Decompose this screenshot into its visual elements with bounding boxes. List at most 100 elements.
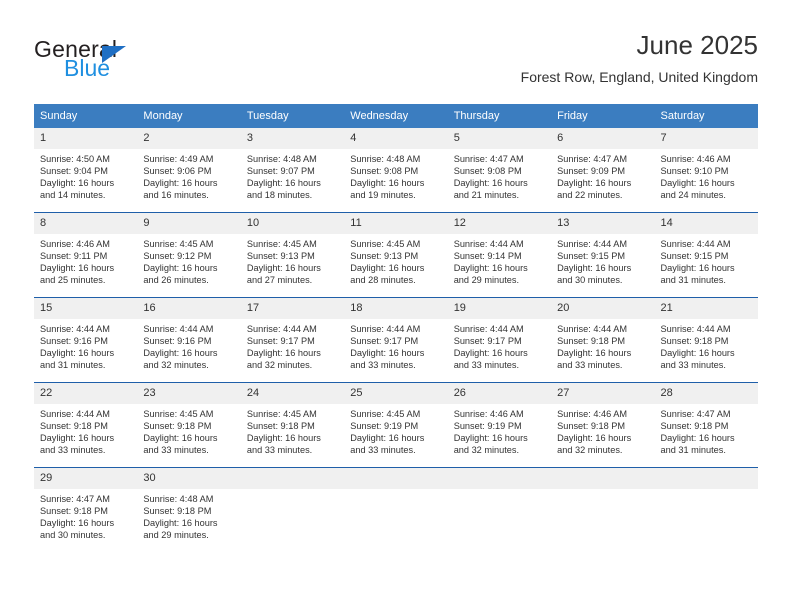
day-number: 6 bbox=[551, 128, 655, 149]
daylight-text-line2: and 16 minutes. bbox=[143, 190, 209, 201]
column-header-wednesday: Wednesday bbox=[344, 104, 448, 128]
sunrise-text: Sunrise: 4:47 AM bbox=[453, 154, 524, 164]
day-cell[interactable]: 25 Sunrise: 4:45 AM Sunset: 9:19 PM Dayl… bbox=[344, 382, 448, 468]
daylight-text-line1: Daylight: 16 hours bbox=[40, 518, 115, 529]
day-cell[interactable]: 28 Sunrise: 4:47 AM Sunset: 9:18 PM Dayl… bbox=[654, 382, 758, 468]
day-number: 29 bbox=[34, 468, 138, 489]
sunset-text: Sunset: 9:18 PM bbox=[143, 506, 212, 517]
day-cell[interactable]: 21 Sunrise: 4:44 AM Sunset: 9:18 PM Dayl… bbox=[654, 297, 758, 383]
sunset-text: Sunset: 9:09 PM bbox=[557, 166, 626, 177]
sunrise-text: Sunrise: 4:44 AM bbox=[350, 324, 421, 334]
day-number: 2 bbox=[137, 128, 241, 149]
day-number: 9 bbox=[137, 213, 241, 234]
day-cell-empty bbox=[551, 467, 655, 552]
day-cell[interactable]: 27 Sunrise: 4:46 AM Sunset: 9:18 PM Dayl… bbox=[551, 382, 655, 468]
day-details: Sunrise: 4:47 AM Sunset: 9:18 PM Dayligh… bbox=[655, 404, 758, 456]
sunrise-text: Sunrise: 4:45 AM bbox=[143, 239, 214, 249]
daylight-text-line1: Daylight: 16 hours bbox=[143, 518, 218, 529]
day-cell-empty bbox=[654, 467, 758, 552]
day-cell[interactable]: 20 Sunrise: 4:44 AM Sunset: 9:18 PM Dayl… bbox=[551, 297, 655, 383]
sunset-text: Sunset: 9:07 PM bbox=[246, 166, 315, 177]
day-cell[interactable]: 8 Sunrise: 4:46 AM Sunset: 9:11 PM Dayli… bbox=[34, 212, 138, 298]
daylight-text-line2: and 32 minutes. bbox=[246, 360, 313, 371]
day-details: Sunrise: 4:46 AM Sunset: 9:10 PM Dayligh… bbox=[655, 149, 758, 201]
day-number: 10 bbox=[240, 213, 345, 234]
day-cell[interactable]: 9 Sunrise: 4:45 AM Sunset: 9:12 PM Dayli… bbox=[137, 212, 241, 298]
day-details: Sunrise: 4:48 AM Sunset: 9:08 PM Dayligh… bbox=[344, 149, 447, 201]
day-cell[interactable]: 3 Sunrise: 4:48 AM Sunset: 9:07 PM Dayli… bbox=[240, 128, 345, 213]
sunset-text: Sunset: 9:19 PM bbox=[453, 421, 522, 432]
sunset-text: Sunset: 9:15 PM bbox=[557, 251, 626, 262]
day-cell[interactable]: 10 Sunrise: 4:45 AM Sunset: 9:13 PM Dayl… bbox=[240, 212, 345, 298]
day-number: 16 bbox=[137, 298, 241, 319]
day-cell[interactable]: 14 Sunrise: 4:44 AM Sunset: 9:15 PM Dayl… bbox=[654, 212, 758, 298]
day-number: 18 bbox=[344, 298, 448, 319]
daylight-text-line1: Daylight: 16 hours bbox=[40, 348, 115, 359]
day-cell[interactable]: 7 Sunrise: 4:46 AM Sunset: 9:10 PM Dayli… bbox=[654, 128, 758, 213]
sunrise-text: Sunrise: 4:44 AM bbox=[246, 324, 317, 334]
daylight-text-line1: Daylight: 16 hours bbox=[40, 433, 115, 444]
sunrise-text: Sunrise: 4:48 AM bbox=[246, 154, 317, 164]
day-details: Sunrise: 4:45 AM Sunset: 9:19 PM Dayligh… bbox=[344, 404, 447, 456]
day-cell[interactable]: 23 Sunrise: 4:45 AM Sunset: 9:18 PM Dayl… bbox=[137, 382, 241, 468]
day-cell[interactable]: 19 Sunrise: 4:44 AM Sunset: 9:17 PM Dayl… bbox=[447, 297, 552, 383]
day-cell[interactable]: 1 Sunrise: 4:50 AM Sunset: 9:04 PM Dayli… bbox=[34, 128, 138, 213]
day-cell[interactable]: 22 Sunrise: 4:44 AM Sunset: 9:18 PM Dayl… bbox=[34, 382, 138, 468]
day-details: Sunrise: 4:46 AM Sunset: 9:11 PM Dayligh… bbox=[34, 234, 137, 286]
day-number bbox=[654, 468, 758, 489]
sunset-text: Sunset: 9:18 PM bbox=[40, 506, 108, 517]
day-cell[interactable]: 24 Sunrise: 4:45 AM Sunset: 9:18 PM Dayl… bbox=[240, 382, 345, 468]
daylight-text-line2: and 31 minutes. bbox=[40, 360, 106, 371]
day-number: 17 bbox=[240, 298, 345, 319]
day-number: 27 bbox=[551, 383, 655, 404]
sunrise-text: Sunrise: 4:45 AM bbox=[350, 239, 421, 249]
day-number: 23 bbox=[137, 383, 241, 404]
daylight-text-line1: Daylight: 16 hours bbox=[660, 433, 735, 444]
day-cell[interactable]: 5 Sunrise: 4:47 AM Sunset: 9:08 PM Dayli… bbox=[447, 128, 552, 213]
sunrise-text: Sunrise: 4:46 AM bbox=[557, 409, 628, 419]
sunset-text: Sunset: 9:18 PM bbox=[660, 421, 729, 432]
day-cell[interactable]: 6 Sunrise: 4:47 AM Sunset: 9:09 PM Dayli… bbox=[551, 128, 655, 213]
daylight-text-line2: and 33 minutes. bbox=[660, 360, 726, 371]
week-row: 29 Sunrise: 4:47 AM Sunset: 9:18 PM Dayl… bbox=[34, 467, 758, 552]
day-cell[interactable]: 26 Sunrise: 4:46 AM Sunset: 9:19 PM Dayl… bbox=[447, 382, 552, 468]
day-number: 13 bbox=[551, 213, 655, 234]
day-cell[interactable]: 30 Sunrise: 4:48 AM Sunset: 9:18 PM Dayl… bbox=[137, 467, 241, 552]
day-cell[interactable]: 11 Sunrise: 4:45 AM Sunset: 9:13 PM Dayl… bbox=[344, 212, 448, 298]
sunset-text: Sunset: 9:18 PM bbox=[557, 421, 626, 432]
daylight-text-line2: and 33 minutes. bbox=[350, 445, 416, 456]
day-cell[interactable]: 29 Sunrise: 4:47 AM Sunset: 9:18 PM Dayl… bbox=[34, 467, 138, 552]
day-number: 1 bbox=[34, 128, 138, 149]
day-cell[interactable]: 15 Sunrise: 4:44 AM Sunset: 9:16 PM Dayl… bbox=[34, 297, 138, 383]
day-number: 28 bbox=[654, 383, 758, 404]
daylight-text-line2: and 32 minutes. bbox=[143, 360, 209, 371]
day-details: Sunrise: 4:44 AM Sunset: 9:16 PM Dayligh… bbox=[137, 319, 240, 371]
day-cell[interactable]: 12 Sunrise: 4:44 AM Sunset: 9:14 PM Dayl… bbox=[447, 212, 552, 298]
daylight-text-line1: Daylight: 16 hours bbox=[660, 178, 735, 189]
day-cell[interactable]: 4 Sunrise: 4:48 AM Sunset: 9:08 PM Dayli… bbox=[344, 128, 448, 213]
sunrise-text: Sunrise: 4:44 AM bbox=[557, 324, 628, 334]
sunset-text: Sunset: 9:18 PM bbox=[143, 421, 212, 432]
weekday-header-row: Sunday Monday Tuesday Wednesday Thursday… bbox=[34, 104, 758, 128]
sunset-text: Sunset: 9:10 PM bbox=[660, 166, 729, 177]
daylight-text-line1: Daylight: 16 hours bbox=[660, 348, 735, 359]
daylight-text-line2: and 30 minutes. bbox=[557, 275, 623, 286]
day-details: Sunrise: 4:45 AM Sunset: 9:12 PM Dayligh… bbox=[137, 234, 240, 286]
daylight-text-line1: Daylight: 16 hours bbox=[453, 263, 528, 274]
week-row: 1 Sunrise: 4:50 AM Sunset: 9:04 PM Dayli… bbox=[34, 128, 758, 213]
day-details: Sunrise: 4:48 AM Sunset: 9:18 PM Dayligh… bbox=[137, 489, 240, 541]
day-cell[interactable]: 2 Sunrise: 4:49 AM Sunset: 9:06 PM Dayli… bbox=[137, 128, 241, 213]
day-cell[interactable]: 17 Sunrise: 4:44 AM Sunset: 9:17 PM Dayl… bbox=[240, 297, 345, 383]
daylight-text-line1: Daylight: 16 hours bbox=[350, 178, 425, 189]
day-details: Sunrise: 4:44 AM Sunset: 9:18 PM Dayligh… bbox=[551, 319, 654, 371]
daylight-text-line1: Daylight: 16 hours bbox=[557, 178, 632, 189]
sunset-text: Sunset: 9:18 PM bbox=[660, 336, 729, 347]
day-cell[interactable]: 18 Sunrise: 4:44 AM Sunset: 9:17 PM Dayl… bbox=[344, 297, 448, 383]
day-cell[interactable]: 16 Sunrise: 4:44 AM Sunset: 9:16 PM Dayl… bbox=[137, 297, 241, 383]
daylight-text-line1: Daylight: 16 hours bbox=[143, 433, 218, 444]
general-blue-logo[interactable]: General Blue bbox=[34, 36, 234, 92]
sunrise-text: Sunrise: 4:45 AM bbox=[350, 409, 421, 419]
day-cell[interactable]: 13 Sunrise: 4:44 AM Sunset: 9:15 PM Dayl… bbox=[551, 212, 655, 298]
sunrise-text: Sunrise: 4:45 AM bbox=[246, 239, 317, 249]
sunrise-sunset-calendar: Sunday Monday Tuesday Wednesday Thursday… bbox=[34, 104, 758, 552]
